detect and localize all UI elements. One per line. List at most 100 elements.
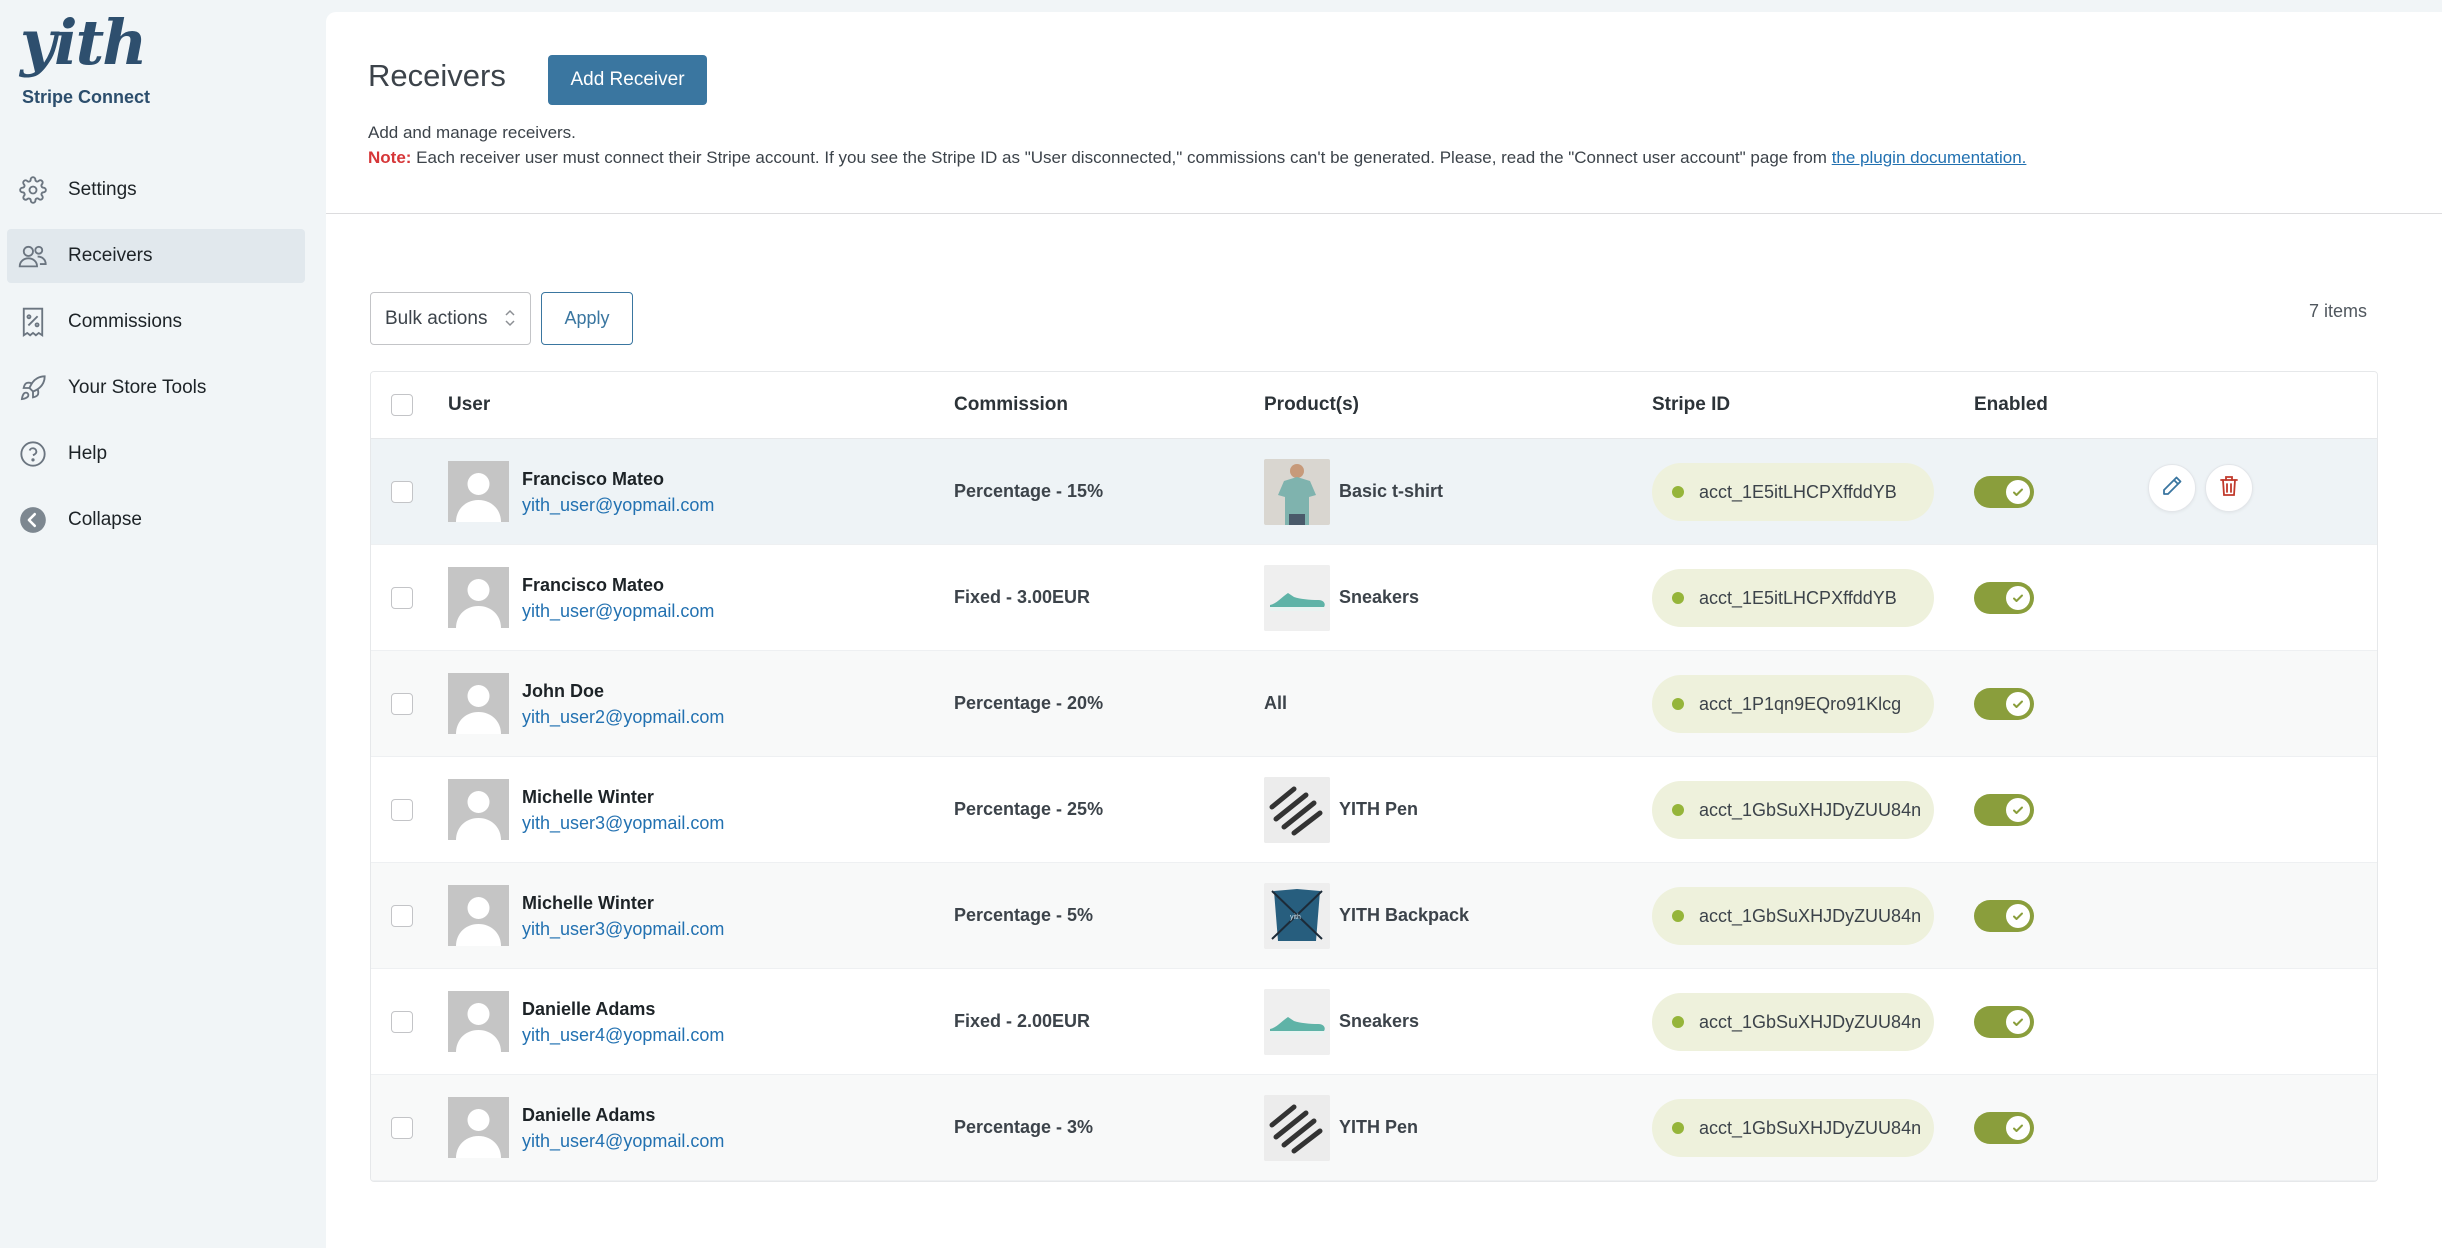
sidebar-item-help[interactable]: Help: [7, 427, 305, 481]
user-name[interactable]: John Doe: [522, 681, 604, 702]
sidebar-item-receivers[interactable]: Receivers: [7, 229, 305, 283]
avatar: [448, 885, 509, 946]
page-title: Receivers: [368, 58, 506, 93]
gear-icon: [18, 175, 48, 205]
sidebar-item-store-tools[interactable]: Your Store Tools: [7, 361, 305, 415]
collapse-arrow-icon: [18, 505, 48, 535]
rocket-icon: [18, 373, 48, 403]
yith-logo[interactable]: yith: [20, 8, 147, 78]
stripe-id-badge: acct_1GbSuXHJDyZUU84n: [1652, 1099, 1934, 1157]
bulk-actions-select[interactable]: Bulk actions: [370, 292, 531, 345]
avatar: [448, 991, 509, 1052]
bulk-actions-value: Bulk actions: [385, 307, 488, 329]
row-checkbox[interactable]: [391, 1117, 413, 1139]
check-icon: [2006, 586, 2030, 610]
table-row: Francisco Mateo yith_user@yopmail.com Perc…: [371, 439, 2377, 545]
users-icon: [18, 241, 48, 271]
enabled-toggle[interactable]: [1974, 476, 2034, 508]
user-email[interactable]: yith_user@yopmail.com: [522, 601, 714, 622]
enabled-toggle[interactable]: [1974, 688, 2034, 720]
user-email[interactable]: yith_user3@yopmail.com: [522, 919, 724, 940]
commission-value: Percentage - 25%: [954, 799, 1104, 819]
user-name[interactable]: Michelle Winter: [522, 787, 654, 808]
stripe-id-badge: acct_1GbSuXHJDyZUU84n: [1652, 781, 1934, 839]
stripe-id-value: acct_1E5itLHCPXffddYB: [1699, 481, 1897, 502]
user-name[interactable]: Michelle Winter: [522, 893, 654, 914]
enabled-toggle[interactable]: [1974, 900, 2034, 932]
status-dot-icon: [1672, 1016, 1684, 1028]
status-dot-icon: [1672, 1122, 1684, 1134]
edit-button[interactable]: [2148, 464, 2196, 512]
product-thumbnail: [1264, 459, 1330, 525]
row-checkbox[interactable]: [391, 1011, 413, 1033]
status-dot-icon: [1672, 592, 1684, 604]
page-header: Receivers Add Receiver Add and manage re…: [326, 12, 2442, 214]
page-description: Add and manage receivers.: [368, 123, 576, 142]
check-icon: [2006, 904, 2030, 928]
check-icon: [2006, 798, 2030, 822]
avatar: [448, 567, 509, 628]
row-checkbox[interactable]: [391, 799, 413, 821]
select-all-checkbox[interactable]: [391, 394, 413, 416]
column-enabled[interactable]: Enabled: [1974, 394, 2048, 416]
svg-text:yith: yith: [1290, 914, 1301, 921]
items-count: 7 items: [2308, 301, 2367, 321]
status-dot-icon: [1672, 698, 1684, 710]
user-email[interactable]: yith_user2@yopmail.com: [522, 707, 724, 728]
sidebar-item-collapse[interactable]: Collapse: [7, 493, 305, 547]
sidebar: yith Stripe Connect Settings Receivers C…: [0, 0, 326, 1248]
row-checkbox[interactable]: [391, 587, 413, 609]
check-icon: [2006, 1116, 2030, 1140]
stripe-id-value: acct_1GbSuXHJDyZUU84n: [1699, 799, 1922, 820]
add-receiver-button[interactable]: Add Receiver: [548, 55, 707, 105]
user-email[interactable]: yith_user4@yopmail.com: [522, 1131, 724, 1152]
product-name: Sneakers: [1339, 1011, 1420, 1031]
user-name[interactable]: Francisco Mateo: [522, 469, 664, 490]
stripe-id-value: acct_1GbSuXHJDyZUU84n: [1699, 905, 1922, 926]
product-name: All: [1264, 693, 1288, 713]
row-checkbox[interactable]: [391, 905, 413, 927]
enabled-toggle[interactable]: [1974, 794, 2034, 826]
sidebar-item-label: Settings: [68, 179, 137, 200]
enabled-toggle[interactable]: [1974, 1112, 2034, 1144]
avatar: [448, 673, 509, 734]
column-stripe-id[interactable]: Stripe ID: [1652, 394, 1730, 416]
user-email[interactable]: yith_user3@yopmail.com: [522, 813, 724, 834]
delete-button[interactable]: [2205, 464, 2253, 512]
product-thumbnail: [1264, 1095, 1330, 1161]
plugin-documentation-link[interactable]: the plugin documentation.: [1832, 148, 2027, 167]
row-checkbox[interactable]: [391, 693, 413, 715]
sidebar-item-commissions[interactable]: Commissions: [7, 295, 305, 349]
table-row: Danielle Adams yith_user4@yopmail.com Fixe…: [371, 969, 2377, 1075]
user-email[interactable]: yith_user4@yopmail.com: [522, 1025, 724, 1046]
product-name: YITH Backpack: [1339, 905, 1470, 925]
user-name[interactable]: Danielle Adams: [522, 999, 655, 1020]
avatar: [448, 1097, 509, 1158]
enabled-toggle[interactable]: [1974, 1006, 2034, 1038]
column-user[interactable]: User: [448, 394, 490, 416]
user-name[interactable]: Danielle Adams: [522, 1105, 655, 1126]
row-checkbox[interactable]: [391, 481, 413, 503]
stripe-id-badge: acct_1P1qn9EQro91Klcg: [1652, 675, 1934, 733]
user-name[interactable]: Francisco Mateo: [522, 575, 664, 596]
stripe-id-value: acct_1GbSuXHJDyZUU84n: [1699, 1117, 1922, 1138]
table-row: Francisco Mateo yith_user@yopmail.com Fixe…: [371, 545, 2377, 651]
commission-value: Percentage - 5%: [954, 905, 1094, 925]
user-email[interactable]: yith_user@yopmail.com: [522, 495, 714, 516]
enabled-toggle[interactable]: [1974, 582, 2034, 614]
commission-value: Percentage - 3%: [954, 1117, 1094, 1137]
sidebar-item-settings[interactable]: Settings: [7, 163, 305, 217]
receivers-table: User Commission Product(s) Stripe ID Ena…: [370, 371, 2378, 1182]
sidebar-item-label: Receivers: [68, 245, 153, 266]
check-icon: [2006, 480, 2030, 504]
column-products[interactable]: Product(s): [1264, 394, 1359, 416]
apply-button[interactable]: Apply: [541, 292, 633, 345]
stripe-id-badge: acct_1E5itLHCPXffddYB: [1652, 463, 1934, 521]
stripe-id-badge: acct_1GbSuXHJDyZUU84n: [1652, 993, 1934, 1051]
pencil-icon: [2160, 474, 2184, 503]
column-commission[interactable]: Commission: [954, 394, 1068, 416]
stripe-id-value: acct_1P1qn9EQro91Klcg: [1699, 693, 1902, 714]
product-thumbnail: yith: [1264, 883, 1330, 949]
table-row: Michelle Winter yith_user3@yopmail.com Per…: [371, 863, 2377, 969]
plugin-name: Stripe Connect: [22, 87, 151, 107]
